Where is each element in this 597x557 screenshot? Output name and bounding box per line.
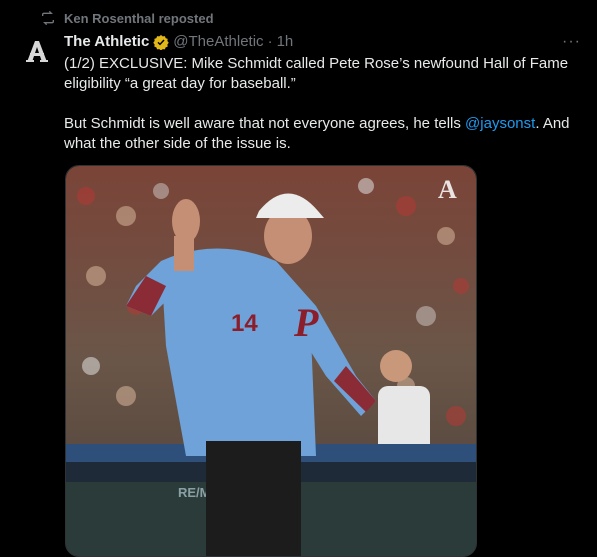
timestamp[interactable]: 1h: [277, 33, 294, 50]
tweet-line-2: But Schmidt is well aware that not every…: [64, 114, 584, 154]
repost-text: Ken Rosenthal reposted: [64, 10, 214, 26]
more-options-icon[interactable]: ···: [562, 33, 581, 51]
author-handle[interactable]: @TheAthletic: [173, 33, 263, 50]
repost-indicator[interactable]: Ken Rosenthal reposted: [40, 10, 214, 26]
tweet-header: The Athletic @TheAthletic · 1h: [64, 33, 581, 50]
tweet-text: (1/2) EXCLUSIVE: Mike Schmidt called Pet…: [64, 54, 584, 154]
tweet-photo[interactable]: RE/MA 14 P A: [65, 165, 477, 557]
jersey-number: 14: [231, 310, 258, 337]
separator: ·: [267, 33, 273, 50]
mention-link[interactable]: @jaysonst: [465, 115, 535, 132]
photo-illustration: RE/MA 14 P A: [66, 166, 476, 556]
verified-badge-icon: [153, 34, 170, 50]
athletic-logo-icon: [26, 41, 48, 62]
author-avatar[interactable]: [22, 36, 52, 66]
tweet-line-1: (1/2) EXCLUSIVE: Mike Schmidt called Pet…: [64, 55, 569, 92]
author-name[interactable]: The Athletic: [64, 33, 149, 50]
athletic-watermark: A: [438, 175, 457, 204]
repost-icon: [42, 10, 54, 26]
tweet-line-2-text: But Schmidt is well aware that not every…: [64, 115, 466, 132]
jersey-logo: P: [293, 300, 319, 345]
